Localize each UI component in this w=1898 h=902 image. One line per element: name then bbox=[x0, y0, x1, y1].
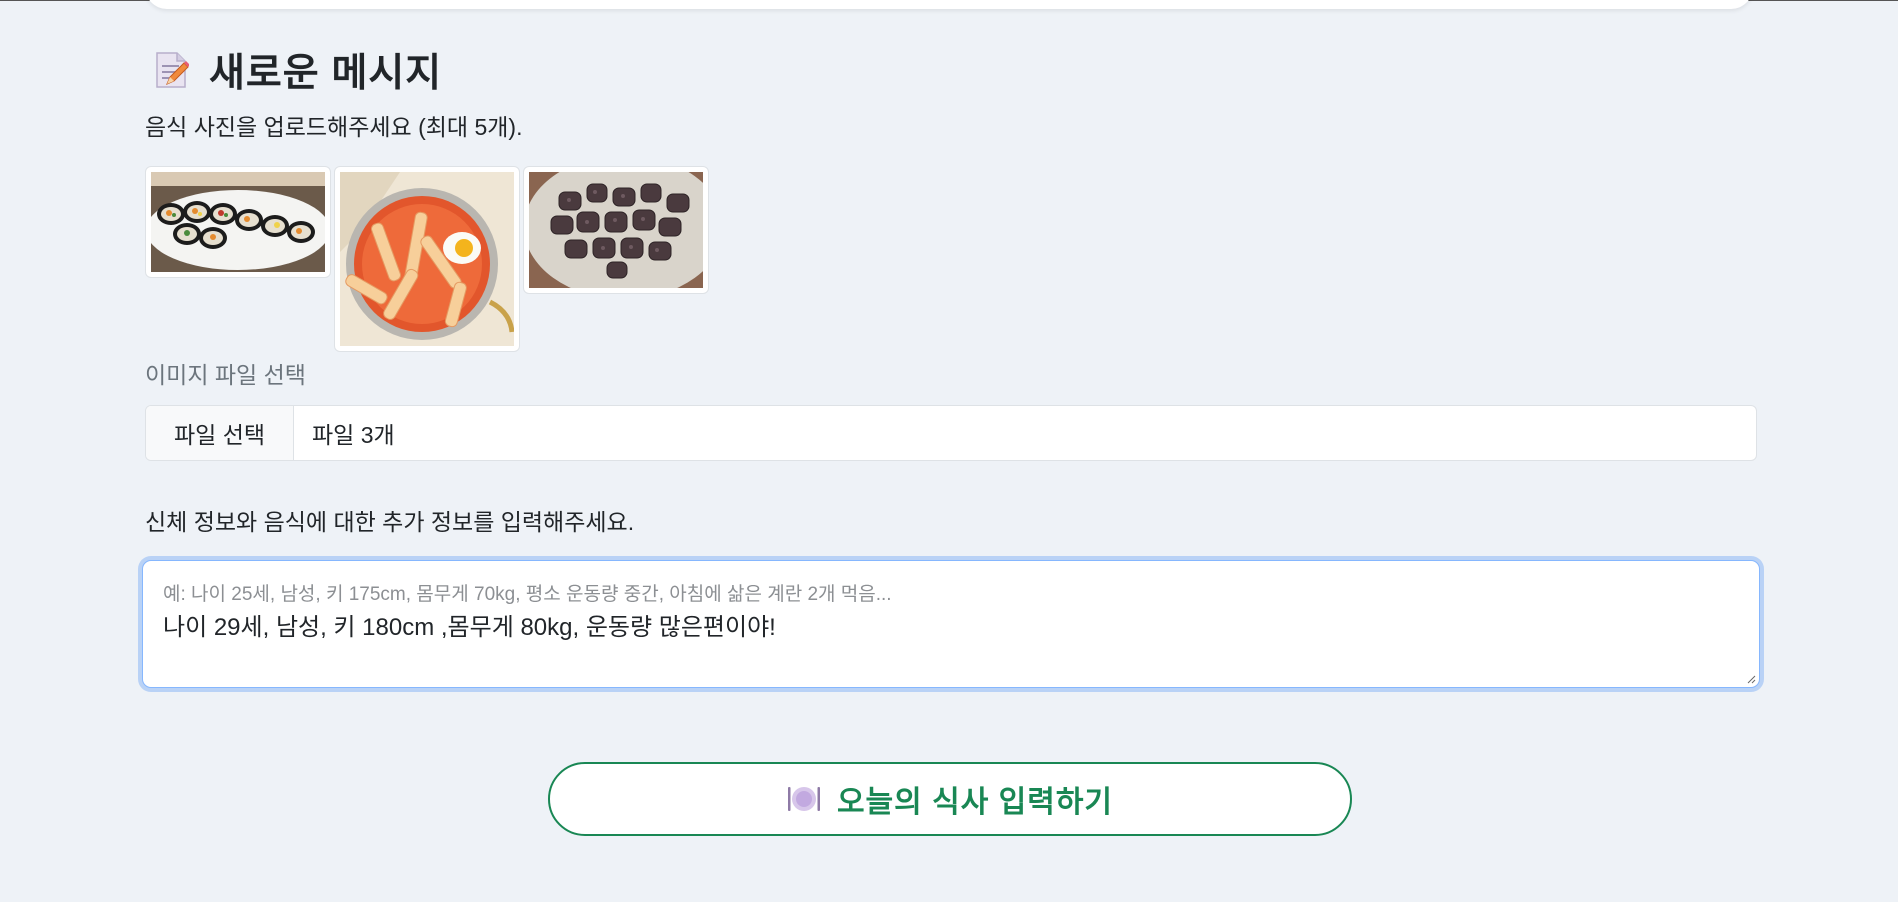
thumbnail-sundae bbox=[523, 166, 709, 294]
file-select-label: 이미지 파일 선택 bbox=[145, 362, 306, 388]
submit-meal-button[interactable]: 오늘의 식사 입력하기 bbox=[548, 762, 1352, 836]
file-count-status: 파일 3개 bbox=[312, 422, 395, 448]
textarea-value: 나이 29세, 남성, 키 180cm ,몸무게 80kg, 운동량 많은편이야… bbox=[163, 614, 776, 641]
memo-icon bbox=[156, 52, 189, 88]
textarea-placeholder: 예: 나이 25세, 남성, 키 175cm, 몸무게 70kg, 평소 운동량… bbox=[163, 584, 892, 605]
file-input[interactable]: 파일 선택 파일 3개 bbox=[145, 405, 1757, 461]
submit-label: 오늘의 식사 입력하기 bbox=[836, 786, 1114, 819]
sundae-photo bbox=[529, 172, 703, 288]
kimbap-photo bbox=[151, 172, 325, 272]
previous-card bbox=[145, 0, 1753, 9]
thumbnail-tteokbokki bbox=[334, 166, 520, 352]
body-info-label: 신체 정보와 음식에 대한 추가 정보를 입력해주세요. bbox=[145, 509, 635, 535]
body-info-textarea[interactable]: 예: 나이 25세, 남성, 키 175cm, 몸무게 70kg, 평소 운동량… bbox=[142, 560, 1760, 688]
thumbnail-kimbap bbox=[145, 166, 331, 278]
choose-file-button[interactable]: 파일 선택 bbox=[146, 406, 294, 460]
upload-instruction: 음식 사진을 업로드해주세요 (최대 5개). bbox=[145, 114, 523, 140]
resize-handle-icon[interactable] bbox=[1746, 674, 1756, 684]
tteokbokki-photo bbox=[340, 172, 514, 346]
page-title: 새로운 메시지 bbox=[209, 52, 443, 95]
photo-thumbnails bbox=[145, 166, 712, 352]
plate-icon bbox=[787, 787, 820, 811]
heading-row: 새로운 메시지 bbox=[145, 42, 442, 98]
